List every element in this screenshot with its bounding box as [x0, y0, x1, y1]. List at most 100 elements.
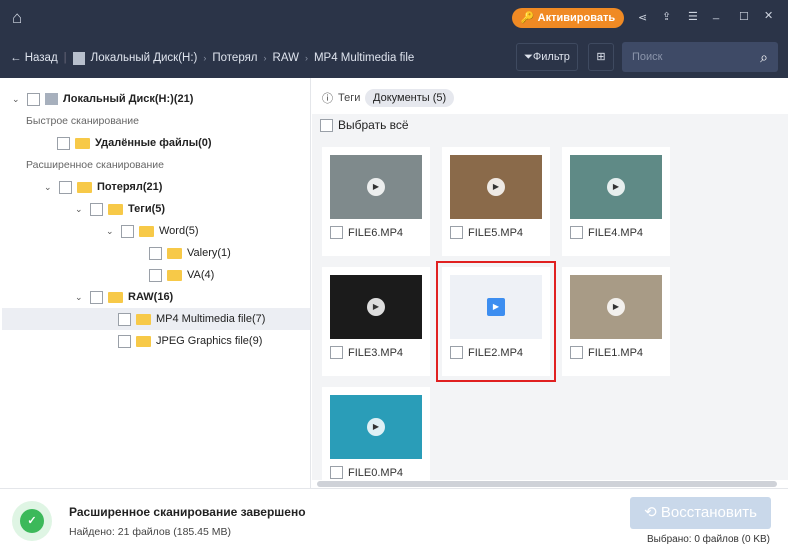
- tree-label: Теги(5): [128, 203, 166, 215]
- search-placeholder: Поиск: [632, 51, 663, 63]
- title-bar: ⌂ 🔑 Активировать ⋖ ⇪ ☰ _ ☐ ✕: [0, 0, 788, 38]
- folder-icon: [108, 203, 123, 215]
- checkbox[interactable]: [450, 346, 463, 359]
- search-input[interactable]: Поиск ⌕: [622, 42, 778, 72]
- chevron-down-icon[interactable]: ⌄: [75, 292, 85, 303]
- file-card[interactable]: ▶ FILE1.MP4: [562, 267, 670, 376]
- file-name: FILE3.MP4: [348, 346, 404, 359]
- tab-documents[interactable]: Документы (5): [365, 89, 455, 107]
- folder-icon: [139, 225, 154, 237]
- menu-icon[interactable]: ☰: [688, 10, 698, 23]
- activate-button[interactable]: 🔑 Активировать: [512, 8, 624, 28]
- play-icon[interactable]: ▶: [487, 298, 505, 316]
- chevron-down-icon[interactable]: ⌄: [106, 226, 116, 237]
- checkbox[interactable]: [121, 224, 134, 238]
- tree-label: Потерял(21): [97, 181, 163, 193]
- breadcrumb-lost[interactable]: Потерял: [212, 52, 257, 64]
- file-card[interactable]: ▶ FILE4.MP4: [562, 147, 670, 256]
- tab-label: Теги: [338, 92, 361, 104]
- back-button[interactable]: ← Назад: [10, 52, 58, 64]
- chevron-down-icon[interactable]: ⌄: [12, 94, 22, 105]
- view-toggle-button[interactable]: ⊞: [588, 43, 614, 71]
- disk-icon: [72, 51, 85, 65]
- checkbox[interactable]: [330, 346, 343, 359]
- breadcrumb-mp4[interactable]: MP4 Multimedia file: [314, 52, 414, 64]
- chevron-down-icon[interactable]: ⌄: [44, 182, 54, 193]
- breadcrumb-disk[interactable]: Локальный Диск(H:): [91, 52, 198, 64]
- checkbox[interactable]: [320, 118, 333, 132]
- checkbox[interactable]: [59, 180, 72, 194]
- checkbox[interactable]: [27, 92, 40, 106]
- home-icon[interactable]: ⌂: [12, 8, 22, 28]
- export-icon[interactable]: ⇪: [662, 10, 671, 23]
- folder-icon: [167, 269, 182, 281]
- success-icon: ✓: [12, 501, 52, 541]
- file-name: FILE2.MP4: [468, 346, 524, 359]
- file-card[interactable]: ▶ FILE5.MP4: [442, 147, 550, 256]
- nav-bar: ← Назад | Локальный Диск(H:) › Потерял › R…: [0, 38, 788, 78]
- play-icon[interactable]: ▶: [367, 178, 385, 196]
- folder-tree: ⌄ Локальный Диск(H:)(21) Быстрое сканиров…: [0, 78, 311, 488]
- play-icon[interactable]: ▶: [487, 178, 505, 196]
- tree-label: VA(4): [187, 269, 215, 281]
- tab-tags[interactable]: ⓘ Теги: [322, 87, 360, 109]
- video-thumbnail: ▶: [570, 275, 662, 339]
- status-title: Расширенное сканирование завершено: [69, 505, 306, 519]
- status-selected: Выбрано: 0 файлов (0 KB): [646, 534, 770, 545]
- video-thumbnail: ▶: [570, 155, 662, 219]
- checkbox[interactable]: [118, 312, 131, 326]
- horizontal-scrollbar[interactable]: [312, 480, 788, 488]
- chevron-down-icon[interactable]: ⌄: [75, 204, 85, 215]
- checkbox[interactable]: [330, 466, 343, 479]
- file-card[interactable]: ▶ FILE3.MP4: [322, 267, 430, 376]
- folder-icon: [108, 291, 123, 303]
- file-name: FILE0.MP4: [348, 466, 404, 479]
- select-all-label: Выбрать всё: [338, 118, 409, 132]
- tree-item-raw[interactable]: ⌄ RAW(16): [75, 286, 173, 308]
- tree-item-mp4[interactable]: MP4 Multimedia file(7): [118, 308, 265, 330]
- close-icon[interactable]: ✕: [764, 9, 773, 22]
- play-icon[interactable]: ▶: [607, 298, 625, 316]
- checkbox[interactable]: [149, 246, 162, 260]
- checkbox[interactable]: [570, 346, 583, 359]
- recover-button[interactable]: ⟲ Восстановить: [630, 497, 771, 529]
- play-icon[interactable]: ▶: [607, 178, 625, 196]
- checkbox[interactable]: [149, 268, 162, 282]
- checkbox[interactable]: [570, 226, 583, 239]
- tree-item-tags[interactable]: ⌄ Теги(5): [75, 198, 165, 220]
- checkbox[interactable]: [90, 202, 103, 216]
- select-all[interactable]: Выбрать всё: [320, 114, 409, 136]
- tree-item-lost[interactable]: ⌄ Потерял(21): [44, 176, 162, 198]
- file-card[interactable]: ▶ FILE6.MP4: [322, 147, 430, 256]
- filter-button[interactable]: ⏷Фильтр: [516, 43, 578, 71]
- checkbox[interactable]: [118, 334, 131, 348]
- filter-label: Фильтр: [532, 51, 570, 63]
- file-name: FILE1.MP4: [588, 346, 644, 359]
- video-thumbnail: ▶: [330, 395, 422, 459]
- tree-item-deleted[interactable]: Удалённые файлы(0): [57, 132, 212, 154]
- play-icon[interactable]: ▶: [367, 298, 385, 316]
- checkbox[interactable]: [90, 290, 103, 304]
- folder-icon: [136, 335, 151, 347]
- tree-item-va[interactable]: VA(4): [149, 264, 214, 286]
- folder-icon: [167, 247, 182, 259]
- tree-item-jpeg[interactable]: JPEG Graphics file(9): [118, 330, 262, 352]
- play-icon[interactable]: ▶: [367, 418, 385, 436]
- back-label: Назад: [24, 52, 58, 64]
- tree-item-root[interactable]: ⌄ Локальный Диск(H:)(21): [12, 88, 193, 110]
- maximize-icon[interactable]: ☐: [739, 10, 749, 23]
- share-icon[interactable]: ⋖: [638, 11, 647, 24]
- checkbox[interactable]: [57, 136, 70, 150]
- tree-item-word[interactable]: ⌄ Word(5): [106, 220, 199, 242]
- file-card[interactable]: ▶ FILE2.MP4: [436, 261, 556, 382]
- minimize-icon[interactable]: _: [713, 8, 719, 20]
- breadcrumb-raw[interactable]: RAW: [273, 52, 299, 64]
- checkbox[interactable]: [330, 226, 343, 239]
- file-name: FILE4.MP4: [588, 226, 644, 239]
- tree-label: MP4 Multimedia file(7): [156, 313, 266, 325]
- tree-item-valery[interactable]: Valery(1): [149, 242, 231, 264]
- tab-label: Документы (5): [373, 92, 447, 104]
- checkbox[interactable]: [450, 226, 463, 239]
- section-quick-scan: Быстрое сканирование: [26, 115, 139, 127]
- search-icon[interactable]: ⌕: [760, 42, 768, 72]
